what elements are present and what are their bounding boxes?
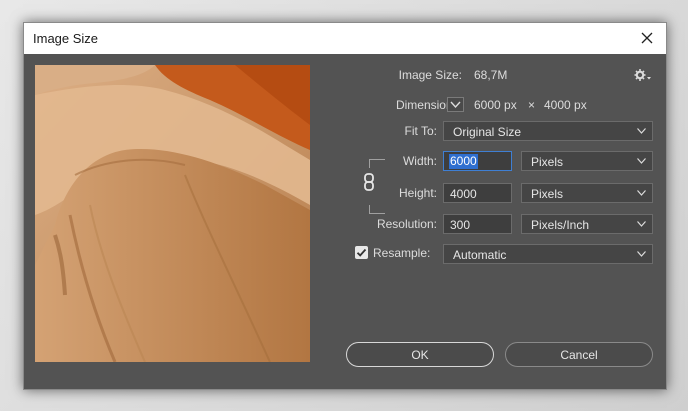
height-input[interactable]: 4000 (443, 183, 512, 203)
close-button[interactable] (634, 26, 660, 50)
settings-button[interactable] (634, 68, 652, 82)
dimensions-separator: × (528, 98, 536, 112)
resolution-unit-value: Pixels/Inch (531, 218, 590, 232)
chevron-down-icon (637, 251, 646, 257)
chevron-down-icon (450, 101, 461, 109)
fit-to-dropdown[interactable]: Original Size (443, 121, 653, 141)
dialog-content: Image Size: 68,7M Dimensions: 6000 px × … (24, 54, 666, 389)
checkmark-icon (356, 248, 367, 257)
resolution-unit-dropdown[interactable]: Pixels/Inch (521, 214, 653, 234)
fit-to-label: Fit To: (404, 124, 437, 138)
dialog-title: Image Size (33, 31, 99, 46)
dimensions-width-value: 6000 px (474, 98, 517, 112)
dimensions-height-value: 4000 px (544, 98, 587, 112)
height-label: Height: (398, 186, 437, 200)
resolution-label: Resolution: (376, 217, 437, 231)
image-size-dialog: Image Size Image Size: 68,7M Dimensions:… (23, 22, 667, 390)
resample-method-value: Automatic (453, 248, 507, 262)
resample-method-dropdown[interactable]: Automatic (443, 244, 653, 264)
width-unit-dropdown[interactable]: Pixels (521, 151, 653, 171)
width-label: Width: (402, 154, 437, 168)
dimensions-toggle[interactable] (447, 97, 464, 112)
cancel-button-label: Cancel (560, 347, 598, 362)
chevron-down-icon (637, 158, 646, 164)
width-value: 6000 (449, 154, 478, 169)
title-bar: Image Size (24, 23, 666, 54)
resolution-value: 300 (450, 218, 471, 232)
resolution-input[interactable]: 300 (443, 214, 512, 234)
image-size-value: 68,7M (474, 68, 508, 82)
chevron-down-icon (637, 190, 646, 196)
height-unit-dropdown[interactable]: Pixels (521, 183, 653, 203)
chevron-down-icon (637, 221, 646, 227)
image-size-label: Image Size: (398, 68, 462, 82)
dimensions-label: Dimensions: (395, 98, 462, 112)
width-unit-value: Pixels (531, 155, 564, 169)
chevron-down-icon (637, 128, 646, 134)
preview-photo (35, 65, 310, 362)
height-value: 4000 (450, 187, 477, 201)
resample-label: Resample: (373, 246, 431, 260)
height-unit-value: Pixels (531, 187, 564, 201)
ok-button-label: OK (411, 347, 429, 362)
cancel-button[interactable]: Cancel (505, 342, 653, 367)
gear-icon (634, 69, 651, 81)
ok-button[interactable]: OK (346, 342, 494, 367)
link-bracket-bottom (369, 205, 385, 214)
close-icon (641, 32, 653, 44)
fit-to-value: Original Size (453, 125, 522, 139)
image-preview[interactable] (35, 65, 310, 362)
width-input[interactable]: 6000 (443, 151, 512, 171)
resample-checkbox[interactable] (355, 246, 368, 259)
